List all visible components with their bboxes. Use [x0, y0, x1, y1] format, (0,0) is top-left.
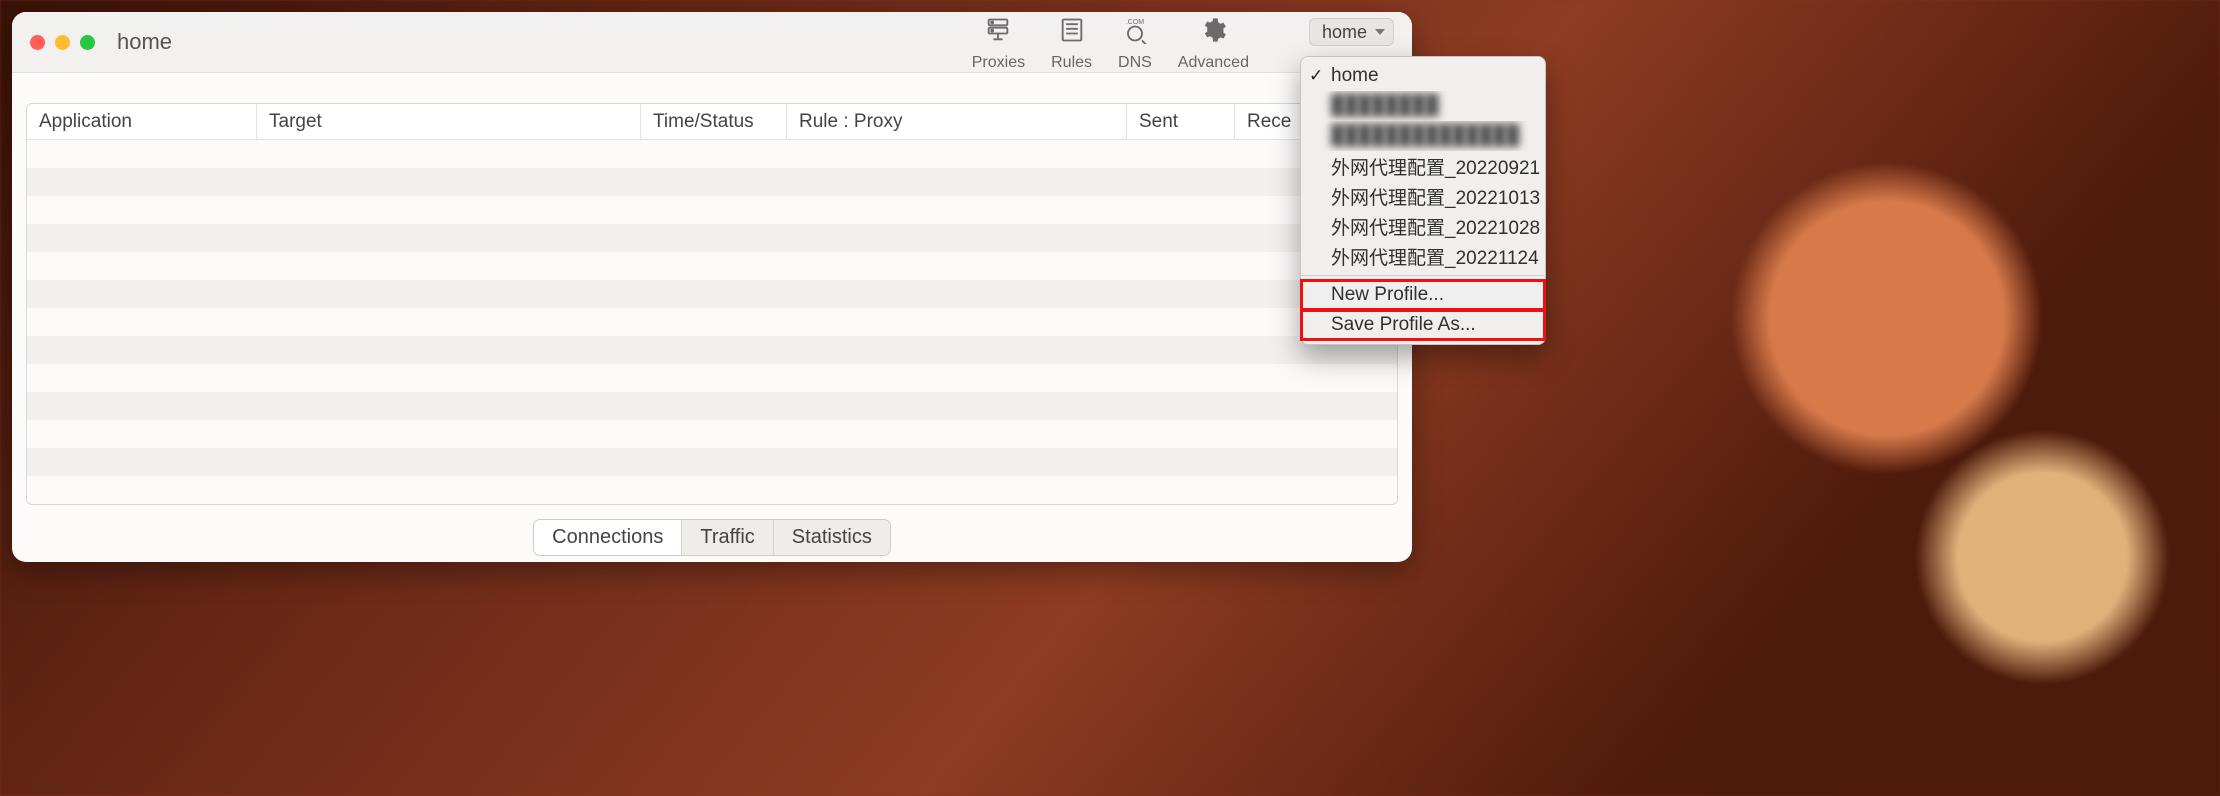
tab-statistics[interactable]: Statistics	[774, 520, 890, 555]
tab-traffic[interactable]: Traffic	[682, 520, 773, 555]
profile-item-label: 外网代理配置_20221013	[1331, 183, 1540, 210]
gear-icon	[1198, 16, 1228, 50]
advanced-button[interactable]: Advanced	[1178, 16, 1249, 72]
advanced-label: Advanced	[1178, 54, 1249, 72]
col-time-status[interactable]: Time/Status	[641, 104, 787, 139]
profile-item-label: home	[1331, 65, 1379, 87]
view-segmented-control: Connections Traffic Statistics	[533, 519, 891, 556]
new-profile-menuitem[interactable]: New Profile...	[1301, 280, 1545, 310]
table-row	[27, 308, 1397, 336]
table-row	[27, 196, 1397, 224]
zoom-window-button[interactable]	[80, 35, 95, 50]
tab-connections[interactable]: Connections	[534, 520, 682, 555]
profile-item-redacted[interactable]: ██████████████	[1301, 121, 1545, 151]
menu-separator	[1301, 275, 1545, 276]
dns-button[interactable]: .COM DNS	[1118, 16, 1152, 72]
profile-item-label: 外网代理配置_20221124	[1331, 243, 1539, 270]
table-body	[27, 140, 1397, 504]
server-icon	[983, 16, 1013, 50]
rules-button[interactable]: Rules	[1051, 16, 1092, 72]
col-application[interactable]: Application	[27, 104, 257, 139]
minimize-window-button[interactable]	[55, 35, 70, 50]
profile-item[interactable]: 外网代理配置_20221028	[1301, 211, 1545, 241]
window-title: home	[117, 29, 172, 55]
chevron-down-icon	[1375, 29, 1385, 35]
table-row	[27, 476, 1397, 504]
svg-text:.COM: .COM	[1126, 19, 1144, 26]
proxies-label: Proxies	[972, 54, 1025, 72]
window-controls	[30, 35, 95, 50]
table-row	[27, 140, 1397, 168]
col-rule-proxy[interactable]: Rule : Proxy	[787, 104, 1127, 139]
footer-tabs: Connections Traffic Statistics	[12, 513, 1412, 562]
profile-dropdown-menu: ✓ home ████████ ██████████████ 外网代理配置_20…	[1300, 56, 1546, 345]
profile-select[interactable]: home	[1309, 18, 1394, 46]
list-icon	[1057, 16, 1087, 50]
table-row	[27, 448, 1397, 476]
connections-table-wrap: Application Target Time/Status Rule : Pr…	[12, 73, 1412, 513]
app-window: home Proxies	[12, 12, 1412, 562]
profile-item-home[interactable]: ✓ home	[1301, 61, 1545, 91]
menu-item-label: Save Profile As...	[1331, 314, 1476, 336]
connections-table: Application Target Time/Status Rule : Pr…	[26, 103, 1398, 505]
table-row	[27, 252, 1397, 280]
profile-item-label: ██████████████	[1331, 125, 1519, 147]
table-row	[27, 420, 1397, 448]
table-row	[27, 224, 1397, 252]
profile-item[interactable]: 外网代理配置_20221124	[1301, 241, 1545, 271]
dns-icon: .COM	[1120, 16, 1150, 50]
table-row	[27, 168, 1397, 196]
profile-item[interactable]: 外网代理配置_20220921	[1301, 151, 1545, 181]
profile-select-value: home	[1322, 22, 1367, 43]
check-icon: ✓	[1309, 66, 1323, 86]
table-row	[27, 336, 1397, 364]
table-row	[27, 392, 1397, 420]
profile-item-label: 外网代理配置_20220921	[1331, 153, 1540, 180]
menu-item-label: New Profile...	[1331, 284, 1444, 306]
profile-item[interactable]: 外网代理配置_20221013	[1301, 181, 1545, 211]
col-sent[interactable]: Sent	[1127, 104, 1235, 139]
profile-item-label: ████████	[1331, 95, 1439, 117]
profile-item-redacted[interactable]: ████████	[1301, 91, 1545, 121]
save-profile-as-menuitem[interactable]: Save Profile As...	[1301, 310, 1545, 340]
rules-label: Rules	[1051, 54, 1092, 72]
profile-item-label: 外网代理配置_20221028	[1331, 213, 1540, 240]
table-row	[27, 280, 1397, 308]
col-target[interactable]: Target	[257, 104, 641, 139]
close-window-button[interactable]	[30, 35, 45, 50]
table-header: Application Target Time/Status Rule : Pr…	[27, 104, 1397, 140]
proxies-button[interactable]: Proxies	[972, 16, 1025, 72]
dns-label: DNS	[1118, 54, 1152, 72]
titlebar: home Proxies	[12, 12, 1412, 73]
table-row	[27, 364, 1397, 392]
